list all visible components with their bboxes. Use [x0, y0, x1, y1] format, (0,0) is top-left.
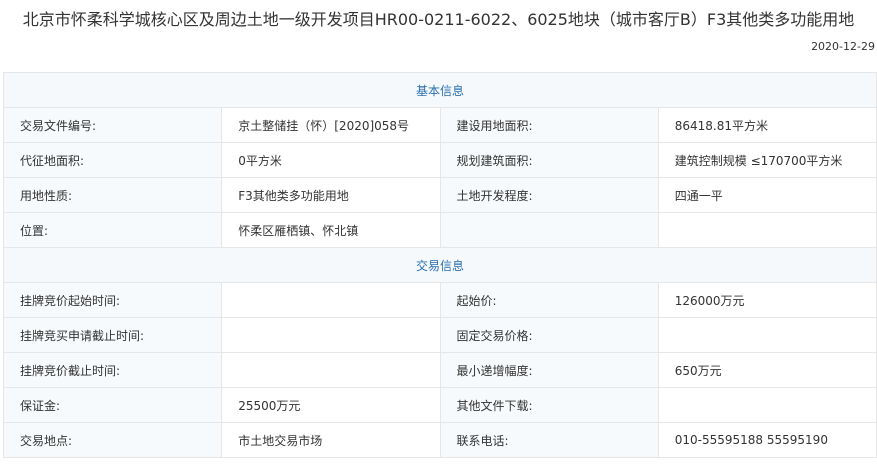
table-row: 代征地面积: 0平方米 规划建筑面积: 建筑控制规模 ≤170700平方米 — [2, 142, 877, 178]
field-label: 挂牌竞买申请截止时间: — [2, 317, 223, 353]
field-label: 挂牌竞价截止时间: — [2, 352, 223, 388]
section-basic-header: 基本信息 — [3, 72, 877, 108]
field-value: 市土地交易市场 — [221, 422, 441, 458]
table-row: 挂牌竞买申请截止时间: 固定交易价格: — [2, 317, 877, 353]
field-label: 挂牌竞价起始时间: — [2, 282, 223, 318]
table-row: 挂牌竞价截止时间: 最小递增幅度: 650万元 — [2, 352, 877, 388]
field-value — [657, 317, 877, 353]
field-value — [221, 282, 441, 318]
field-label: 位置: — [2, 212, 223, 248]
field-label: 其他文件下载: — [439, 387, 659, 423]
section-heading: 交易信息 — [3, 247, 877, 283]
page-title: 北京市怀柔科学城核心区及周边土地一级开发项目HR00-0211-6022、602… — [22, 10, 855, 29]
section-heading: 基本信息 — [3, 72, 877, 108]
field-label: 固定交易价格: — [439, 317, 659, 353]
table-row: 保证金: 25500万元 其他文件下载: — [2, 387, 877, 423]
field-label: 交易文件编号: — [2, 107, 223, 143]
field-value — [221, 317, 441, 353]
table-row: 交易文件编号: 京土整储挂（怀）[2020]058号 建设用地面积: 86418… — [2, 107, 877, 143]
field-value: 25500万元 — [221, 387, 441, 423]
field-value: 86418.81平方米 — [657, 107, 877, 143]
field-label: 土地开发程度: — [439, 177, 659, 213]
field-value: F3其他类多功能用地 — [221, 177, 441, 213]
field-value: 0平方米 — [221, 142, 441, 178]
field-value: 126000万元 — [657, 282, 877, 318]
table-row: 交易地点: 市土地交易市场 联系电话: 010-55595188 5559519… — [2, 422, 877, 458]
field-label: 最小递增幅度: — [439, 352, 659, 388]
table-row: 位置: 怀柔区雁栖镇、怀北镇 — [2, 212, 877, 248]
field-value: 010-55595188 55595190 — [657, 422, 877, 458]
field-value: 四通一平 — [657, 177, 877, 213]
field-value: 650万元 — [657, 352, 877, 388]
field-value — [657, 212, 877, 248]
publish-date: 2020-12-29 — [811, 40, 875, 53]
field-value: 怀柔区雁栖镇、怀北镇 — [221, 212, 441, 248]
field-label: 起始价: — [439, 282, 659, 318]
field-label: 建设用地面积: — [439, 107, 659, 143]
table-row: 挂牌竞价起始时间: 起始价: 126000万元 — [2, 282, 877, 318]
info-table: 基本信息 交易文件编号: 京土整储挂（怀）[2020]058号 建设用地面积: … — [2, 72, 877, 458]
section-trade-header: 交易信息 — [3, 247, 877, 283]
field-label: 联系电话: — [439, 422, 659, 458]
field-value: 京土整储挂（怀）[2020]058号 — [221, 107, 441, 143]
field-label: 用地性质: — [2, 177, 223, 213]
field-label: 交易地点: — [2, 422, 223, 458]
field-value — [221, 352, 441, 388]
field-label: 保证金: — [2, 387, 223, 423]
field-label — [439, 212, 659, 248]
table-row: 用地性质: F3其他类多功能用地 土地开发程度: 四通一平 — [2, 177, 877, 213]
field-label: 规划建筑面积: — [439, 142, 659, 178]
field-label: 代征地面积: — [2, 142, 223, 178]
field-value — [657, 387, 877, 423]
field-value: 建筑控制规模 ≤170700平方米 — [657, 142, 877, 178]
